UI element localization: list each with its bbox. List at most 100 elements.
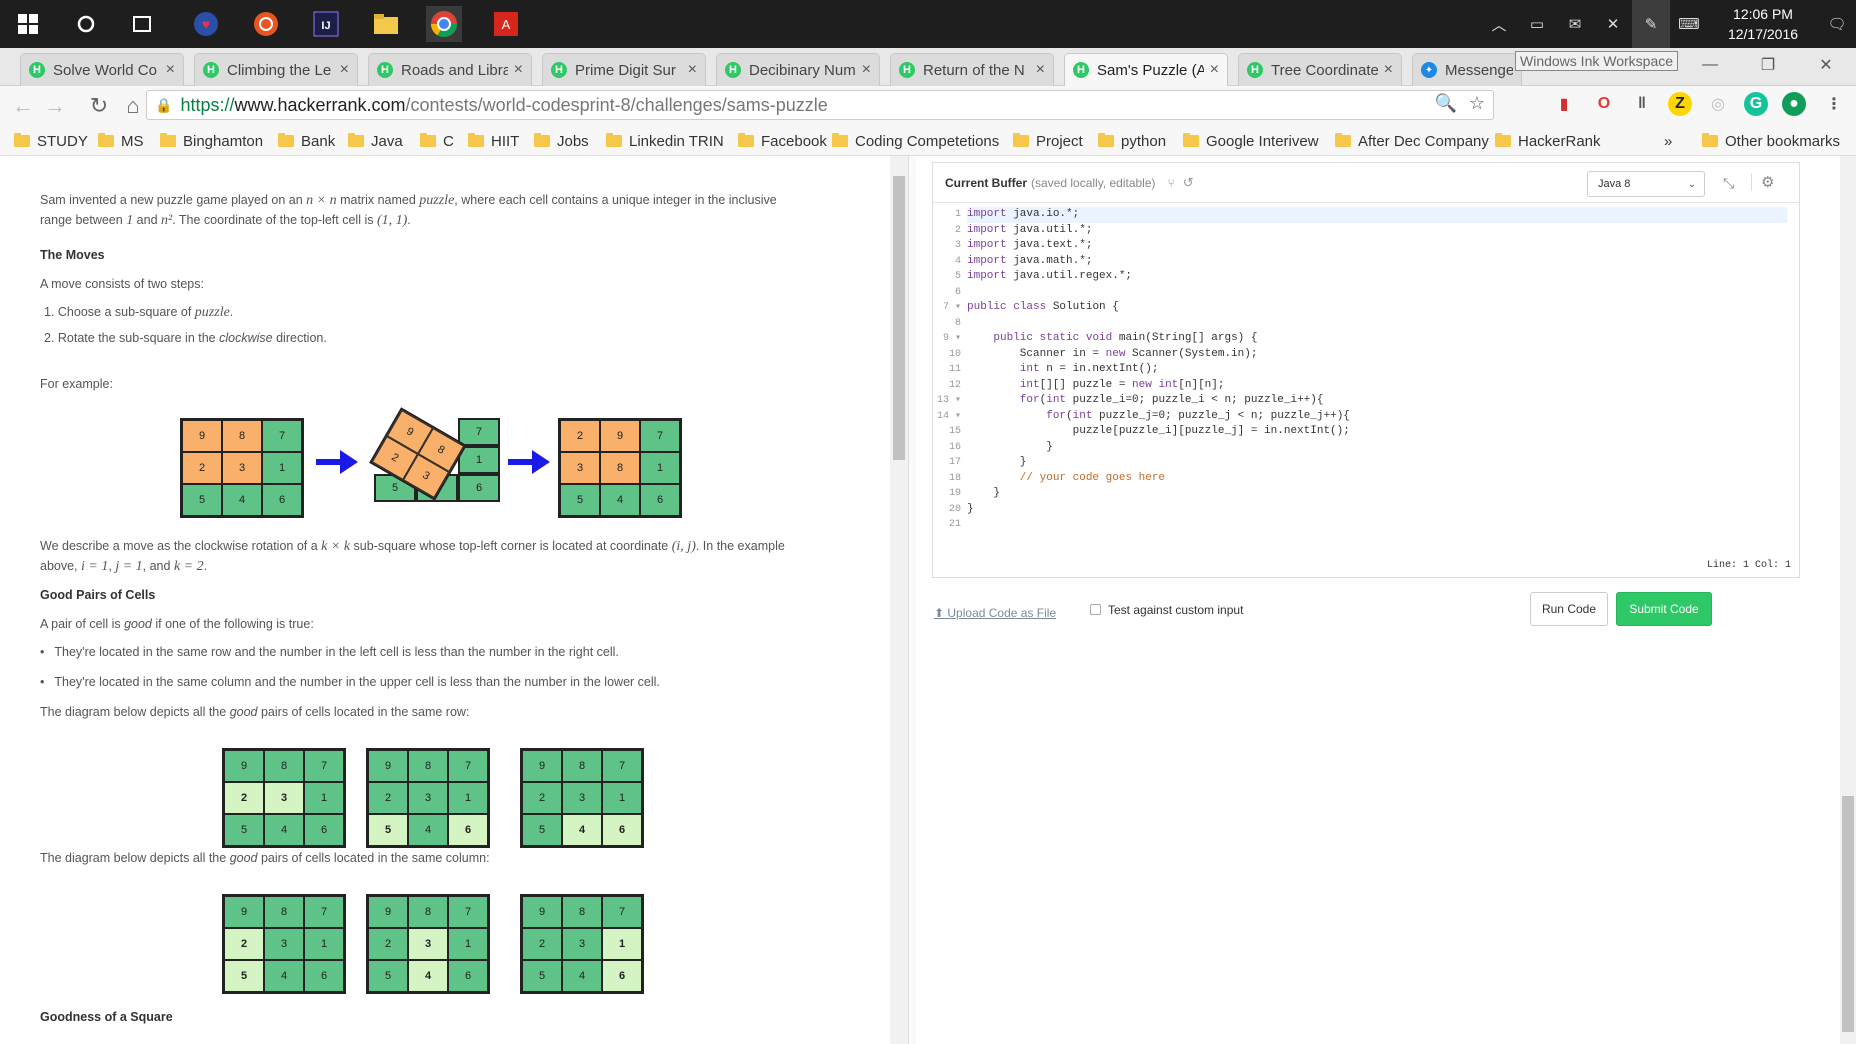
code-line[interactable]: }	[967, 486, 1787, 502]
url-input[interactable]: 🔒 https://www.hackerrank.com/contests/wo…	[146, 90, 1494, 120]
code-line[interactable]	[967, 517, 1787, 533]
disabled-ext-icon[interactable]: ◎	[1706, 92, 1730, 116]
acrobat-icon[interactable]: A	[488, 6, 524, 42]
code-lines[interactable]: import java.io.*; import java.util.*; impo…	[967, 207, 1787, 533]
bookmark-item[interactable]: HIIT	[468, 130, 519, 152]
code-line[interactable]: }	[967, 440, 1787, 456]
reload-icon[interactable]: ↻	[84, 91, 114, 121]
code-line[interactable]: import java.math.*;	[967, 254, 1787, 270]
tab-close-icon[interactable]: ×	[1384, 61, 1393, 79]
task-view-icon[interactable]	[124, 6, 160, 42]
chevron-up-icon[interactable]: ︿	[1480, 0, 1518, 48]
green-ext-icon[interactable]: ●	[1782, 92, 1806, 116]
history-icon[interactable]: ↺	[1183, 175, 1194, 191]
bookmark-item[interactable]: Facebook	[738, 130, 827, 152]
submit-code-button[interactable]: Submit Code	[1616, 592, 1712, 626]
chrome-icon[interactable]	[426, 6, 462, 42]
back-icon[interactable]: ←	[8, 91, 38, 121]
run-code-button[interactable]: Run Code	[1530, 592, 1608, 626]
upload-code-link[interactable]: ⬆ Upload Code as File	[934, 606, 1056, 620]
windows-ink-icon[interactable]: ✎	[1632, 0, 1670, 48]
code-line[interactable]: int[][] puzzle = new int[n][n];	[967, 378, 1787, 394]
bookmark-item[interactable]: Binghamton	[160, 130, 263, 152]
bookmark-item[interactable]: C	[420, 130, 454, 152]
minimize-icon[interactable]: —	[1690, 52, 1730, 78]
code-line[interactable]	[967, 316, 1787, 332]
code-line[interactable]: import java.util.regex.*;	[967, 269, 1787, 285]
star-icon[interactable]: ☆	[1469, 93, 1485, 114]
language-select[interactable]: Java 8 ⌄	[1587, 171, 1705, 197]
code-line[interactable]: public static void main(String[] args) {	[967, 331, 1787, 347]
code-area[interactable]: 1234567 ▾ 8 9 ▾ 10 11 12 13 ▾ 14 ▾ 15 16 17 18 19 20 2…	[933, 207, 1799, 530]
tab-7[interactable]: H Sam's Puzzle (A ×	[1064, 53, 1228, 86]
tab-close-icon[interactable]: ×	[862, 61, 871, 79]
windows-start-icon[interactable]	[10, 6, 46, 42]
z-ext-icon[interactable]: Z	[1668, 92, 1692, 116]
intellij-icon[interactable]: IJ	[308, 6, 344, 42]
code-line[interactable]	[967, 285, 1787, 301]
tab-close-icon[interactable]: ×	[514, 61, 523, 79]
tab-2[interactable]: H Climbing the Le ×	[194, 53, 358, 86]
bookmarks-more[interactable]: »	[1664, 130, 1672, 152]
bookmark-item[interactable]: STUDY	[14, 130, 88, 152]
opera-ext-icon[interactable]: O	[1592, 92, 1616, 116]
grammarly-icon[interactable]: G	[1744, 92, 1768, 116]
close-window-icon[interactable]: ✕	[1806, 52, 1846, 78]
tab-close-icon[interactable]: ×	[688, 61, 697, 79]
tab-9[interactable]: ✦ Messenger	[1412, 53, 1522, 86]
code-line[interactable]: puzzle[puzzle_i][puzzle_j] = in.nextInt(…	[967, 424, 1787, 440]
tab-6[interactable]: H Return of the N ×	[890, 53, 1054, 86]
other-bookmarks[interactable]: Other bookmarks	[1702, 130, 1840, 152]
bookmark-item[interactable]: HackerRank	[1495, 130, 1601, 152]
code-line[interactable]: for(int puzzle_i=0; puzzle_i < n; puzzle…	[967, 393, 1787, 409]
bookmark-item[interactable]: Bank	[278, 130, 335, 152]
ubuntu-icon[interactable]	[248, 6, 284, 42]
menu-dots-icon[interactable]: ⋮	[1822, 92, 1846, 116]
tab-close-icon[interactable]: ×	[166, 61, 175, 79]
code-line[interactable]: }	[967, 502, 1787, 518]
zoom-icon[interactable]: 🔍	[1434, 93, 1456, 114]
home-icon[interactable]: ⌂	[118, 91, 148, 121]
bookmark-item[interactable]: MS	[98, 130, 144, 152]
tab-1[interactable]: H Solve World Co ×	[20, 53, 184, 86]
restore-icon[interactable]: ❐	[1748, 52, 1788, 78]
branch-icon[interactable]: ⑂	[1168, 176, 1175, 190]
code-line[interactable]: int n = in.nextInt();	[967, 362, 1787, 378]
tab-8[interactable]: H Tree Coordinate ×	[1238, 53, 1402, 86]
left-scrollbar-thumb[interactable]	[893, 176, 905, 460]
code-line[interactable]: Scanner in = new Scanner(System.in);	[967, 347, 1787, 363]
battery-icon[interactable]: ▭	[1518, 0, 1556, 48]
cortana-icon[interactable]	[68, 6, 104, 42]
tab-close-icon[interactable]: ×	[1036, 61, 1045, 79]
fullscreen-icon[interactable]: ⤡	[1723, 175, 1734, 192]
custom-input-checkbox[interactable]	[1090, 604, 1101, 615]
bookmark-item[interactable]: python	[1098, 130, 1166, 152]
bookmark-item[interactable]: Google Interivew	[1183, 130, 1319, 152]
bookmark-item[interactable]: Coding Competetions	[832, 130, 999, 152]
tab-5[interactable]: H Decibinary Num ×	[716, 53, 880, 86]
tab-close-icon[interactable]: ×	[1210, 61, 1219, 79]
keyboard-icon[interactable]: ⌨	[1670, 0, 1708, 48]
reader-ext-icon[interactable]: ‖	[1630, 92, 1654, 116]
bookmark-ext-icon[interactable]: ▮	[1552, 92, 1576, 116]
bookmark-item[interactable]: Java	[348, 130, 403, 152]
bookmark-item[interactable]: After Dec Company	[1335, 130, 1489, 152]
tab-3[interactable]: H Roads and Libra ×	[368, 53, 532, 86]
mail-icon[interactable]: ✉	[1556, 0, 1594, 48]
bookmark-item[interactable]: Project	[1013, 130, 1083, 152]
tab-4[interactable]: H Prime Digit Sur ×	[542, 53, 706, 86]
code-line[interactable]: import java.io.*;	[967, 207, 1787, 223]
clock[interactable]: 12:06 PM 12/17/2016	[1708, 4, 1818, 44]
code-line[interactable]: public class Solution {	[967, 300, 1787, 316]
settings-gear-icon[interactable]: ⚙	[1761, 173, 1774, 191]
bookmark-item[interactable]: Jobs	[534, 130, 589, 152]
code-line[interactable]: import java.text.*;	[967, 238, 1787, 254]
bookmark-item[interactable]: Linkedin TRIN	[606, 130, 724, 152]
code-line[interactable]: }	[967, 455, 1787, 471]
forward-icon[interactable]: →	[40, 91, 70, 121]
app-heart-icon[interactable]: ♥	[188, 6, 224, 42]
file-explorer-icon[interactable]	[368, 6, 404, 42]
code-line[interactable]: import java.util.*;	[967, 223, 1787, 239]
network-icon[interactable]: ✕	[1594, 0, 1632, 48]
action-center-icon[interactable]: 🗨	[1818, 0, 1856, 48]
